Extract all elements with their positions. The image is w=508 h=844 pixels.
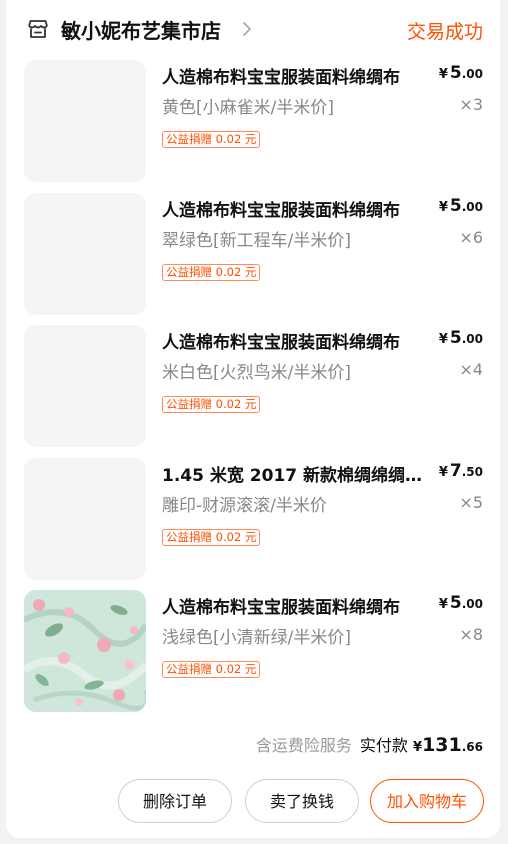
item-quantity: ×5: [459, 493, 483, 512]
item-quantity: ×3: [459, 95, 483, 114]
fabric-image: [24, 590, 146, 712]
price-integer: 5: [449, 63, 462, 83]
chevron-right-icon[interactable]: [240, 21, 254, 37]
price-decimal: .00: [461, 67, 483, 81]
product-title: 人造棉布料宝宝服装面料绵绸布: [162, 598, 400, 618]
product-thumbnail[interactable]: [24, 458, 146, 580]
product-spec: 翠绿色[新工程车/半米价]: [162, 231, 351, 251]
item-price: ¥5.00: [439, 63, 483, 83]
product-title: 人造棉布料宝宝服装面料绵绸布: [162, 68, 400, 88]
product-thumbnail[interactable]: [24, 590, 146, 712]
item-price: ¥5.00: [439, 196, 483, 216]
product-thumbnail[interactable]: [24, 325, 146, 447]
price-integer: 7: [449, 461, 462, 481]
price-decimal: .50: [461, 465, 483, 479]
product-title: 人造棉布料宝宝服装面料绵绸布: [162, 333, 400, 353]
store-name[interactable]: 敏小妮布艺集市店: [61, 15, 221, 44]
price-decimal: .00: [461, 332, 483, 346]
item-quantity: ×8: [459, 625, 483, 644]
product-spec: 黄色[小麻雀米/半米价]: [162, 98, 334, 118]
paid-amount: ¥131.66: [413, 734, 483, 756]
order-item[interactable]: 人造棉布料宝宝服装面料绵绸布 浅绿色[小清新绿/半米价] 公益捐赠 0.02 元…: [6, 590, 500, 722]
price-integer: 5: [449, 593, 462, 613]
currency-symbol: ¥: [413, 740, 423, 755]
product-spec: 雕印-财源滚滚/半米价: [162, 496, 327, 516]
charity-badge: 公益捐赠 0.02 元: [162, 131, 261, 148]
amount-integer: 131: [422, 734, 462, 756]
currency-symbol: ¥: [438, 332, 448, 347]
product-spec: 米白色[火烈鸟米/半米价]: [162, 363, 351, 383]
currency-symbol: ¥: [438, 465, 448, 480]
order-item[interactable]: 人造棉布料宝宝服装面料绵绸布 米白色[火烈鸟米/半米价] 公益捐赠 0.02 元…: [6, 325, 500, 457]
order-item[interactable]: 1.45 米宽 2017 新款棉绸绵绸布料 雕印-财源滚滚/半米价 公益捐赠 0…: [6, 458, 500, 590]
payment-summary: 含运费险服务 实付款 ¥131.66: [256, 732, 483, 756]
add-to-cart-button[interactable]: 加入购物车: [370, 779, 484, 823]
product-thumbnail[interactable]: [24, 193, 146, 315]
shipping-insurance-note: 含运费险服务: [255, 736, 352, 755]
product-thumbnail[interactable]: [24, 60, 146, 182]
item-quantity: ×4: [459, 360, 483, 379]
item-price: ¥5.00: [439, 593, 483, 613]
item-price: ¥5.00: [439, 328, 483, 348]
paid-label: 实付款: [359, 736, 408, 755]
product-spec: 浅绿色[小清新绿/半米价]: [162, 628, 351, 648]
price-integer: 5: [449, 196, 462, 216]
resell-button[interactable]: 卖了换钱: [245, 779, 359, 823]
charity-badge: 公益捐赠 0.02 元: [162, 396, 261, 413]
delete-order-button[interactable]: 删除订单: [118, 779, 232, 823]
item-quantity: ×6: [459, 228, 483, 247]
order-status: 交易成功: [406, 21, 483, 43]
charity-badge: 公益捐赠 0.02 元: [162, 661, 261, 678]
product-title: 1.45 米宽 2017 新款棉绸绵绸布料: [162, 466, 424, 486]
charity-badge: 公益捐赠 0.02 元: [162, 529, 261, 546]
product-title: 人造棉布料宝宝服装面料绵绸布: [162, 201, 400, 221]
order-item[interactable]: 人造棉布料宝宝服装面料绵绸布 翠绿色[新工程车/半米价] 公益捐赠 0.02 元…: [6, 193, 500, 325]
price-integer: 5: [449, 328, 462, 348]
order-card: 敏小妮布艺集市店 交易成功 人造棉布料宝宝服装面料绵绸布 黄色[小麻雀米/半米价…: [6, 0, 500, 838]
currency-symbol: ¥: [438, 67, 448, 82]
order-item[interactable]: 人造棉布料宝宝服装面料绵绸布 黄色[小麻雀米/半米价] 公益捐赠 0.02 元 …: [6, 60, 500, 192]
currency-symbol: ¥: [438, 597, 448, 612]
price-decimal: .00: [461, 597, 483, 611]
order-header: 敏小妮布艺集市店 交易成功: [6, 0, 500, 58]
amount-decimal: .66: [461, 740, 483, 754]
store-icon: [28, 20, 48, 38]
currency-symbol: ¥: [438, 200, 448, 215]
price-decimal: .00: [461, 200, 483, 214]
charity-badge: 公益捐赠 0.02 元: [162, 264, 261, 281]
item-price: ¥7.50: [439, 461, 483, 481]
